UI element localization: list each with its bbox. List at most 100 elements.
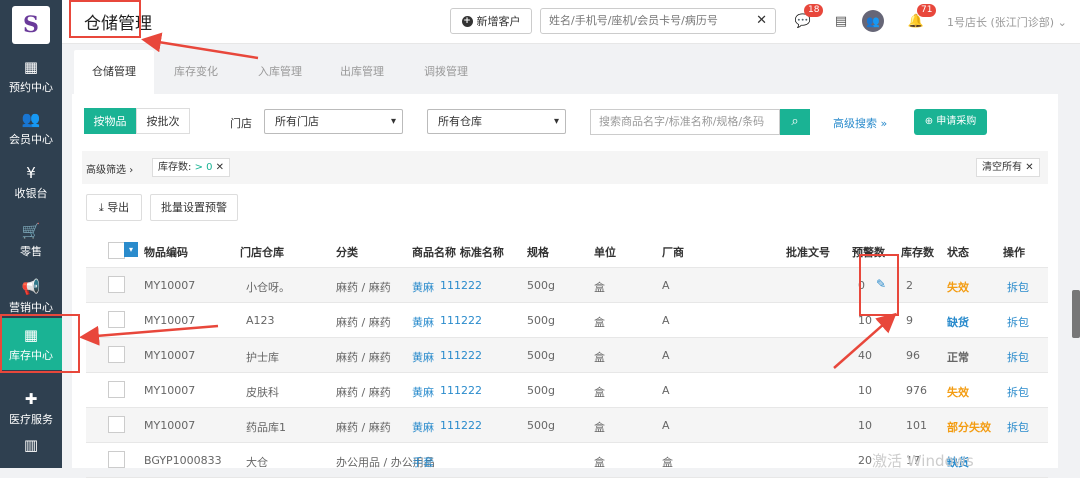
wechat-icon[interactable]: 💬 18 [792,4,824,32]
col-stock: 库存数 [901,246,934,259]
cell-std-name[interactable]: 111222 [440,279,482,292]
close-icon: ✕ [1025,162,1034,173]
col-approval: 批准文号 [786,246,830,259]
building-icon: ▥ [23,436,39,454]
user-menu[interactable]: 1号店长 (张江门诊部) ⌄ [947,14,1067,30]
tab-warehouse[interactable]: 仓储管理 [74,50,154,94]
table-row[interactable]: MY10007 A123 麻药 / 麻药 黄麻 111222 500g 盒 A 10 9 缺货 拆包 [86,303,1048,338]
cell-store: 药品库1 [246,421,286,434]
by-item-toggle[interactable]: 按物品 [84,108,136,134]
clear-icon[interactable]: ✕ [756,9,767,33]
cell-name[interactable]: 黄麻 [412,419,434,435]
cell-std-name[interactable]: 111222 [440,419,482,432]
row-checkbox[interactable] [108,416,125,433]
apply-purchase-button[interactable]: ⊕ 申请采购 [914,109,987,135]
nav-building[interactable]: ▥ [0,436,62,468]
product-search-input[interactable]: 搜索商品名字/标准名称/规格/条码 [590,109,780,135]
cell-std-name[interactable]: 111222 [440,314,482,327]
advanced-search-link[interactable]: 高级搜索 » [833,115,887,131]
unpack-link[interactable]: 拆包 [1007,419,1029,435]
megaphone-icon: 📢 [21,277,41,296]
cell-code: MY10007 [144,419,196,432]
row-checkbox[interactable] [108,451,125,468]
search-button[interactable]: ⌕ [780,109,810,135]
col-maker: 厂商 [662,246,684,259]
cell-name[interactable]: 黄麻 [412,279,434,295]
cell-unit: 盒 [594,351,605,364]
add-customer-button[interactable]: + 新增客户 [450,8,532,34]
filter-bar: 高级筛选 › 库存数: > 0 ✕ 清空所有 ✕ [82,151,1048,184]
tab-inbound[interactable]: 入库管理 [240,50,320,94]
table-row[interactable]: MY10007 皮肤科 麻药 / 麻药 黄麻 111222 500g 盒 A 10 976 失效 拆包 [86,373,1048,408]
wechat-badge: 18 [804,4,824,17]
warehouse-select[interactable]: 所有仓库 ▾ [427,109,566,134]
bell-icon[interactable]: 🔔 71 [905,4,937,32]
cell-maker: A [662,384,670,397]
top-bar: 仓储管理 + 新增客户 姓名/手机号/座机/会员卡号/病历号 ✕ 💬 18 ▤ 👥 🔔… [62,0,1080,44]
export-button[interactable]: ⤓ 导出 [86,194,142,221]
scrollbar[interactable] [1072,290,1080,338]
document-icon[interactable]: ▤ [830,10,852,32]
row-checkbox[interactable] [108,381,125,398]
batch-warning-button[interactable]: 批量设置预警 [150,194,238,221]
cart-icon: 🛒 [21,221,41,240]
cell-name[interactable]: 黄麻 [412,349,434,365]
cell-name[interactable]: 黄麻 [412,314,434,330]
nav-marketing[interactable]: 📢 营销中心 [0,272,62,320]
unpack-link[interactable]: 拆包 [1007,314,1029,330]
tab-transfer[interactable]: 调拨管理 [406,50,486,94]
by-batch-toggle[interactable]: 按批次 [136,108,190,134]
advanced-filter-label[interactable]: 高级筛选 › [86,161,133,176]
row-checkbox[interactable] [108,346,125,363]
col-spec: 规格 [527,246,549,259]
group-icon[interactable]: 👥 [862,10,884,32]
cell-std-name[interactable]: 111222 [440,349,482,362]
clear-all-button[interactable]: 清空所有 ✕ [976,158,1040,177]
cell-name[interactable]: 黄麻 [412,384,434,400]
row-checkbox[interactable] [108,311,125,328]
select-all-checkbox[interactable] [108,242,125,259]
chevron-down-icon[interactable]: ▾ [124,242,138,257]
nav-cashier[interactable]: ¥ 收银台 [0,158,62,206]
table-row[interactable]: MY10007 护士库 麻药 / 麻药 黄麻 111222 500g 盒 A 40 96 正常 拆包 [86,338,1048,373]
cell-warn: 10 [858,419,872,432]
cell-warn: 40 [858,349,872,362]
brand-logo[interactable]: S [12,6,50,44]
bell-badge: 71 [917,4,937,17]
cell-store: 护士库 [246,351,279,364]
tab-stock-change[interactable]: 库存变化 [156,50,236,94]
cell-std-name[interactable]: 111222 [440,384,482,397]
cell-code: BGYP1000833 [144,454,222,467]
sidebar: S ▦ 预约中心 👥 会员中心 ¥ 收银台 🛒 零售 📢 营销中心 ▦ 库存中心 ✚ 医疗服务… [0,0,62,468]
cell-stock: 101 [906,419,927,432]
cell-maker: A [662,279,670,292]
cell-spec: 500g [527,279,555,292]
chevron-right-icon: › [129,165,134,176]
chevron-down-icon: ▾ [553,116,559,127]
nav-reservation[interactable]: ▦ 预约中心 [0,52,62,100]
close-icon[interactable]: ✕ [216,162,224,173]
nav-medical[interactable]: ✚ 医疗服务 [0,384,62,432]
cell-stock: 976 [906,384,927,397]
tab-outbound[interactable]: 出库管理 [322,50,402,94]
table-row[interactable]: MY10007 小仓呀。 麻药 / 麻药 黄麻 111222 500g 盒 A 0 2 失效 拆包 ✎ [86,268,1048,303]
chevron-down-icon: ▾ [390,116,396,127]
cell-code: MY10007 [144,314,196,327]
cell-warn: 20 [858,454,872,467]
unpack-link[interactable]: 拆包 [1007,349,1029,365]
plus-icon: + [461,15,473,27]
cell-stock: 9 [906,314,913,327]
stock-filter-chip[interactable]: 库存数: > 0 ✕ [152,158,231,177]
unpack-link[interactable]: 拆包 [1007,384,1029,400]
nav-retail[interactable]: 🛒 零售 [0,216,62,264]
store-select[interactable]: 所有门店 ▾ [264,109,403,134]
customer-search-input[interactable]: 姓名/手机号/座机/会员卡号/病历号 ✕ [540,8,776,34]
cell-category: 麻药 / 麻药 [336,386,391,399]
unpack-link[interactable]: 拆包 [1007,279,1029,295]
nav-members[interactable]: 👥 会员中心 [0,104,62,152]
col-status: 状态 [947,246,969,259]
row-checkbox[interactable] [108,276,125,293]
annotation-box-title [69,0,141,38]
table-row[interactable]: MY10007 药品库1 麻药 / 麻药 黄麻 111222 500g 盒 A 10 101 部分失… [86,408,1048,443]
calendar-icon: ▦ [23,57,39,76]
